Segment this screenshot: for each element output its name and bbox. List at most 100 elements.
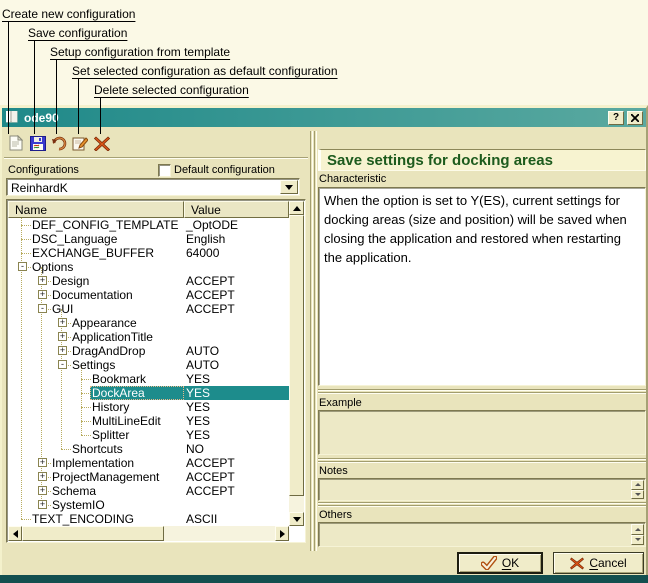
screenshot-root: { "annotations": { "labels": [ "Create n… — [0, 0, 648, 582]
expand-icon[interactable]: + — [38, 458, 47, 467]
tree-row[interactable]: DSC_LanguageEnglish — [8, 232, 289, 246]
horizontal-scrollbar[interactable] — [8, 526, 289, 541]
spin-up-button[interactable] — [631, 524, 644, 535]
vertical-scrollbar[interactable] — [289, 201, 304, 526]
tree-row[interactable]: +ProjectManagementACCEPT — [8, 470, 289, 484]
arrow-down-icon — [635, 493, 641, 496]
create-new-configuration-button[interactable] — [7, 134, 25, 152]
horizontal-scrollbar-thumb[interactable] — [22, 526, 164, 541]
tree-row[interactable]: +ImplementationACCEPT — [8, 456, 289, 470]
scroll-left-button[interactable] — [8, 526, 22, 541]
arrow-up-icon — [635, 528, 641, 531]
tree-row[interactable]: BookmarkYES — [8, 372, 289, 386]
tree-row[interactable]: +DocumentationACCEPT — [8, 288, 289, 302]
tree-row[interactable]: DEF_CONFIG_TEMPLATE_OptODE — [8, 218, 289, 232]
vertical-scrollbar-thumb[interactable] — [289, 215, 304, 496]
horizontal-splitter[interactable] — [318, 502, 646, 508]
tree-row[interactable]: +SystemIO — [8, 498, 289, 512]
toolbar — [4, 131, 308, 158]
cancel-x-icon — [570, 557, 584, 570]
ok-button[interactable]: OK — [457, 552, 543, 574]
expand-icon[interactable]: + — [58, 332, 67, 341]
tree-row[interactable]: +DragAndDropAUTO — [8, 344, 289, 358]
spin-down-button[interactable] — [631, 490, 644, 500]
others-text-box[interactable] — [318, 522, 646, 547]
help-glyph: ? — [613, 113, 619, 123]
tree-item-value: YES — [186, 400, 210, 414]
column-header-name[interactable]: Name — [8, 201, 184, 218]
expand-icon[interactable]: + — [38, 472, 47, 481]
notes-text-box[interactable] — [318, 478, 646, 501]
vertical-splitter[interactable] — [308, 131, 318, 551]
combobox-dropdown-button[interactable] — [280, 180, 298, 194]
close-button[interactable] — [627, 111, 643, 125]
tree-row[interactable]: ShortcutsNO — [8, 442, 289, 456]
tree-guide-stub — [21, 253, 31, 254]
save-configuration-button[interactable] — [29, 134, 47, 152]
tree-item-value: ACCEPT — [186, 274, 235, 288]
tree-row[interactable]: EXCHANGE_BUFFER64000 — [8, 246, 289, 260]
tree-rows: DEF_CONFIG_TEMPLATE_OptODEDSC_LanguageEn… — [8, 218, 289, 526]
expand-icon[interactable]: + — [38, 276, 47, 285]
tree-guide-stub — [21, 519, 31, 520]
tree-row[interactable]: -SettingsAUTO — [8, 358, 289, 372]
close-icon — [631, 114, 639, 122]
tree-item-value: ACCEPT — [186, 470, 235, 484]
default-configuration-checkbox[interactable] — [158, 164, 171, 177]
annotation-setup-configuration-from-template: Setup configuration from template — [50, 45, 230, 59]
tree-item-name: Bookmark — [92, 372, 146, 386]
tree-row[interactable]: +SchemaACCEPT — [8, 484, 289, 498]
example-text-box[interactable] — [318, 410, 646, 455]
tree-item-value: YES — [186, 428, 210, 442]
tree-item-name: Settings — [72, 358, 115, 372]
tree-row[interactable]: TEXT_ENCODINGASCII — [8, 512, 289, 526]
expand-icon[interactable]: + — [38, 290, 47, 299]
tree-row[interactable]: MultiLineEditYES — [8, 414, 289, 428]
tree-row[interactable]: + Appearance — [8, 316, 289, 330]
tree-item-value: ACCEPT — [186, 456, 235, 470]
help-button[interactable]: ? — [608, 111, 624, 125]
collapse-icon[interactable]: - — [58, 360, 67, 369]
setup-configuration-from-template-button[interactable] — [50, 134, 68, 152]
horizontal-splitter[interactable] — [318, 458, 646, 464]
tree-row[interactable]: -Options — [8, 260, 289, 274]
spin-down-button[interactable] — [631, 535, 644, 546]
expand-icon[interactable]: + — [58, 318, 67, 327]
tree-row[interactable]: -GUIACCEPT — [8, 302, 289, 316]
tree-item-value: YES — [186, 414, 210, 428]
configuration-combobox[interactable]: ReinhardK — [6, 178, 300, 196]
tree-row[interactable]: DockAreaYES — [8, 386, 289, 400]
scroll-up-button[interactable] — [289, 201, 304, 215]
tree-row[interactable]: HistoryYES — [8, 400, 289, 414]
characteristic-label: Characteristic — [319, 173, 386, 185]
scroll-right-button[interactable] — [275, 526, 289, 541]
tree-guide-stub — [21, 225, 31, 226]
expand-icon[interactable]: + — [38, 486, 47, 495]
titlebar[interactable]: ode90 ? — [2, 108, 646, 127]
example-label: Example — [319, 397, 362, 409]
tree-item-name: Appearance — [72, 316, 137, 330]
spin-up-button[interactable] — [631, 480, 644, 490]
cancel-button[interactable]: Cancel — [553, 552, 644, 574]
collapse-icon[interactable]: - — [38, 304, 47, 313]
scroll-down-button[interactable] — [289, 512, 304, 526]
tree-item-value: ACCEPT — [186, 484, 235, 498]
tree-item-value: English — [186, 232, 225, 246]
column-header-value[interactable]: Value — [184, 201, 289, 218]
annotation-connector-line — [78, 79, 79, 134]
arrow-up-icon — [635, 483, 641, 486]
tree-row[interactable]: + ApplicationTitle — [8, 330, 289, 344]
tree-row[interactable]: SplitterYES — [8, 428, 289, 442]
characteristic-text-box[interactable]: When the option is set to Y(ES), current… — [318, 187, 646, 386]
splitter-groove — [318, 502, 646, 504]
tree-item-value: ACCEPT — [186, 288, 235, 302]
expand-icon[interactable]: + — [38, 500, 47, 509]
expand-icon[interactable]: + — [58, 346, 67, 355]
tree-item-name: ApplicationTitle — [72, 330, 153, 344]
delete-configuration-button[interactable] — [93, 134, 111, 152]
set-default-configuration-button[interactable] — [71, 134, 89, 152]
collapse-icon[interactable]: - — [18, 262, 27, 271]
tree-row[interactable]: +DesignACCEPT — [8, 274, 289, 288]
tree-item-value: ASCII — [186, 512, 217, 526]
horizontal-splitter[interactable] — [318, 389, 646, 395]
